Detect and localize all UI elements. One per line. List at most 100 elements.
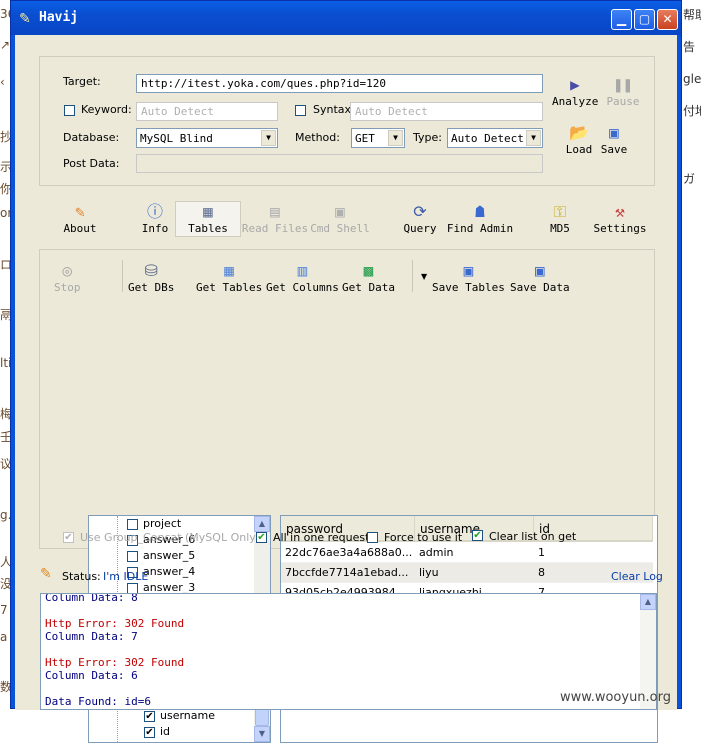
tree-label: username xyxy=(160,709,215,722)
chevron-down-icon: ▼ xyxy=(388,130,403,146)
tab-label: About xyxy=(63,222,97,235)
get-dbs-button[interactable]: ⛁ Get DBs xyxy=(128,261,174,294)
database-select[interactable]: MySQL Blind ▼ xyxy=(136,128,278,148)
tree-node[interactable]: answer_5 xyxy=(127,549,195,565)
terminal-icon: ▣ xyxy=(335,202,345,221)
keyword-input[interactable]: Auto Detect xyxy=(136,102,278,121)
scroll-up-icon[interactable]: ▲ xyxy=(640,594,656,610)
chevron-down-icon[interactable]: ▼ xyxy=(421,272,427,281)
toolbar-label: Get Columns xyxy=(266,281,339,294)
background-right-text: ガ xyxy=(683,172,696,186)
maximize-icon: ▢ xyxy=(638,12,651,26)
tree-checkbox[interactable] xyxy=(127,582,138,594)
get-columns-button[interactable]: ▥ Get Columns xyxy=(266,261,339,294)
force-label: Force to use it xyxy=(384,531,463,544)
tab-about[interactable]: ✎ About xyxy=(45,202,115,235)
tab-label: Settings xyxy=(593,222,647,235)
scroll-down-icon[interactable]: ▼ xyxy=(254,726,270,742)
havij-window: ✎ Havij ▁ ▢ ✕ Target: http://itest.yoka.… xyxy=(10,0,682,743)
database-label: Database: xyxy=(63,131,120,144)
save-button[interactable]: ▣ Save xyxy=(596,123,632,156)
tab-settings[interactable]: ⚒ Settings xyxy=(585,202,655,235)
maximize-button[interactable]: ▢ xyxy=(634,9,655,30)
toolbar-separator xyxy=(122,260,123,292)
tree-label: project xyxy=(143,517,182,530)
tab-label: MD5 xyxy=(550,222,570,235)
group-concat-checkbox[interactable]: ✔ xyxy=(63,532,74,543)
grid-cell: liyu xyxy=(419,566,439,579)
background-left-text: ‹ xyxy=(0,75,5,89)
brush-icon: ✎ xyxy=(75,202,85,221)
log-line: Http Error: 302 Found xyxy=(45,656,185,669)
method-value: GET xyxy=(355,132,375,145)
minimize-icon: ▁ xyxy=(616,12,627,26)
tab-cmd-shell[interactable]: ▣ Cmd Shell xyxy=(305,202,375,235)
columns-icon: ▥ xyxy=(297,261,308,280)
type-label: Type: xyxy=(413,131,442,144)
toolbar-label: Get Tables xyxy=(196,281,263,294)
brush-icon: ✎ xyxy=(40,566,52,582)
client-area: Target: http://itest.yoka.com/ques.php?i… xyxy=(15,35,677,743)
save-tables-button[interactable]: ▣ Save Tables xyxy=(432,261,505,294)
pause-button[interactable]: ❚❚ Pause xyxy=(602,75,644,108)
target-label: Target: xyxy=(63,75,101,88)
all-in-one-checkbox[interactable]: ✔ xyxy=(256,532,267,543)
window-title: Havij xyxy=(39,10,79,25)
data-icon: ▩ xyxy=(363,261,374,280)
folder-icon: 📂 xyxy=(569,123,589,142)
tree-checkbox[interactable]: ✔ xyxy=(144,710,155,722)
background-left-text: a xyxy=(0,630,8,644)
tables-panel: ◎ Stop ⛁ Get DBs ▦ Get Tables ▥ Get Columns ▩ Get… xyxy=(39,249,658,743)
get-tables-button[interactable]: ▦ Get Tables xyxy=(196,261,262,294)
tree-label: answer_5 xyxy=(143,549,196,562)
load-button[interactable]: 📂 Load xyxy=(562,123,596,156)
background-right-text: 帮助 xyxy=(683,8,701,22)
log-line: Http Error: 302 Found xyxy=(45,617,185,630)
title-bar[interactable]: ✎ Havij ▁ ▢ ✕ xyxy=(11,1,681,35)
tab-read-files[interactable]: ▤ Read Files xyxy=(240,202,310,235)
settings-icon: ⚒ xyxy=(615,202,625,221)
analyze-button[interactable]: ▶ Analyze xyxy=(552,75,598,108)
tab-label: Read Files xyxy=(241,222,309,235)
post-data-input[interactable] xyxy=(136,154,543,173)
background-left-text: ↗ xyxy=(0,38,11,52)
get-data-button[interactable]: ▩ Get Data xyxy=(342,261,395,294)
save-data-button[interactable]: ▣ Save Data xyxy=(510,261,570,294)
tab-tables[interactable]: ▦ Tables xyxy=(175,201,241,237)
save-label: Save xyxy=(600,143,628,156)
group-concat-label: Use Group_Concat (MySQL Only) xyxy=(80,531,261,544)
status-label: Status: xyxy=(62,570,101,583)
stop-button[interactable]: ◎ Stop xyxy=(54,261,81,294)
background-right-text: 付地 xyxy=(683,104,701,118)
syntax-input[interactable]: Auto Detect xyxy=(350,102,543,121)
type-select[interactable]: Auto Detect ▼ xyxy=(447,128,543,148)
play-icon: ▶ xyxy=(570,75,580,94)
chevron-down-icon: ▼ xyxy=(526,130,541,146)
pause-icon: ❚❚ xyxy=(613,75,633,94)
tree-label: answer_4 xyxy=(143,565,196,578)
floppy-icon: ▣ xyxy=(534,261,545,280)
watermark: www.wooyun.org xyxy=(560,690,672,705)
tree-checkbox[interactable] xyxy=(127,518,138,530)
close-button[interactable]: ✕ xyxy=(657,9,678,30)
tree-node[interactable]: ✔ id xyxy=(144,725,170,741)
keyword-checkbox[interactable] xyxy=(64,105,75,116)
stop-icon: ◎ xyxy=(62,261,73,280)
minimize-button[interactable]: ▁ xyxy=(611,9,632,30)
syntax-checkbox[interactable] xyxy=(295,105,306,116)
tree-checkbox[interactable] xyxy=(127,550,138,562)
force-checkbox[interactable] xyxy=(367,532,378,543)
tree-checkbox[interactable]: ✔ xyxy=(144,726,155,738)
tree-node[interactable]: ✔ username xyxy=(144,709,215,725)
log-line: Column Data: 7 xyxy=(45,630,138,643)
grid-cell: 7bccfde7714a1ebad... xyxy=(285,566,409,579)
tab-find-admin[interactable]: ☗ Find Admin xyxy=(445,202,515,235)
method-label: Method: xyxy=(295,131,340,144)
target-url-input[interactable]: http://itest.yoka.com/ques.php?id=120 xyxy=(136,74,543,93)
tab-label: Find Admin xyxy=(446,222,514,235)
clear-log-link[interactable]: Clear Log xyxy=(611,570,663,583)
tables-icon: ▦ xyxy=(224,261,234,280)
clear-list-checkbox[interactable]: ✔ xyxy=(472,530,483,541)
scroll-up-icon[interactable]: ▲ xyxy=(254,516,270,532)
method-select[interactable]: GET ▼ xyxy=(351,128,405,148)
